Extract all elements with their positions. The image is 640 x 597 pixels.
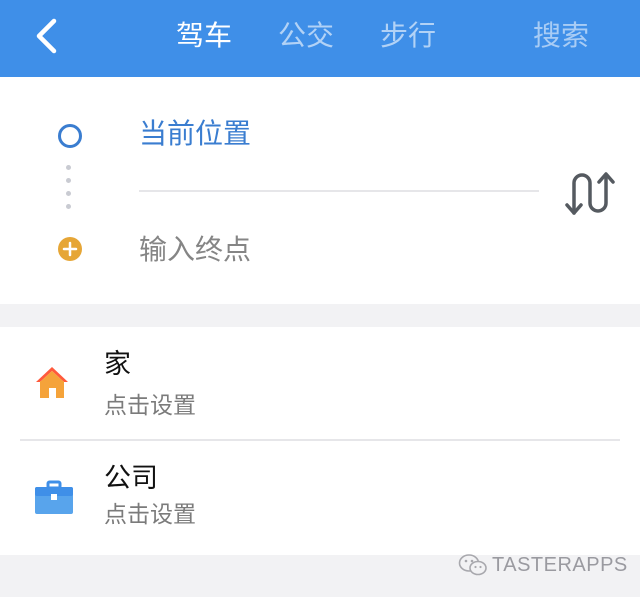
destination-input[interactable]: 输入终点 <box>139 231 251 269</box>
swap-button[interactable] <box>562 169 616 217</box>
place-subtitle: 点击设置 <box>104 502 196 528</box>
origin-marker-icon <box>58 124 82 148</box>
origin-field[interactable]: 当前位置 <box>139 115 251 153</box>
place-title: 家 <box>104 349 131 380</box>
place-row-home[interactable]: 家 点击设置 <box>0 327 640 439</box>
place-title: 公司 <box>104 463 158 494</box>
top-bar: 驾车 公交 步行 搜索 <box>0 0 640 77</box>
home-icon <box>36 367 68 398</box>
route-input-card: 当前位置 输入终点 <box>0 77 640 304</box>
briefcase-icon <box>35 480 73 514</box>
place-row-company[interactable]: 公司 点击设置 <box>0 441 640 553</box>
tab-walk[interactable]: 步行 <box>380 18 436 54</box>
saved-places-card: 家 点击设置 公司 点击设置 <box>0 327 640 555</box>
watermark-text: TASTERAPPS <box>492 554 628 576</box>
swap-arrows-icon <box>565 172 615 215</box>
field-divider <box>139 190 539 192</box>
wechat-icon <box>458 554 487 576</box>
back-button[interactable] <box>30 16 66 56</box>
route-connector-dots <box>66 165 71 217</box>
destination-marker-icon <box>58 237 82 261</box>
search-button[interactable]: 搜索 <box>533 18 589 54</box>
place-subtitle: 点击设置 <box>104 393 196 419</box>
tab-bus[interactable]: 公交 <box>278 18 334 54</box>
back-arrow-icon <box>36 18 57 54</box>
tab-drive[interactable]: 驾车 <box>176 18 232 54</box>
